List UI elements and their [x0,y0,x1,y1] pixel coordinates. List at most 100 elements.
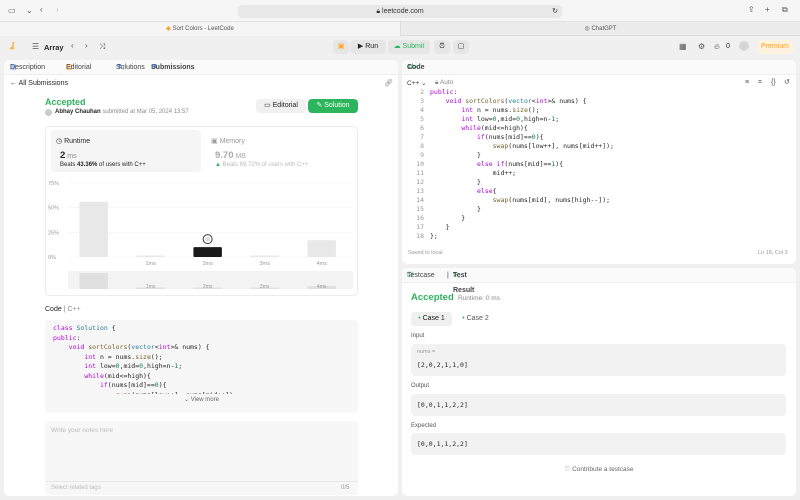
submission-code: class Solution {public: void sortColors(… [45,320,358,413]
reload-icon[interactable]: ↻ [552,5,558,18]
case-2-tab[interactable]: • Case 2 [455,312,496,326]
tab-label: Solutions [116,64,145,71]
editor-line: }; [430,232,438,240]
mode-value: Auto [439,79,454,86]
editor-line: while(mid<=high){ [461,124,528,132]
line-number: 17 [416,223,424,231]
note-icon: ▢ [457,43,465,50]
memory-unit: MB [235,153,246,160]
line-number: 6 [420,124,424,132]
bookmark-icon[interactable]: ⌗ [758,78,762,88]
editorial-label: Editorial [272,102,298,109]
left-tabbar: ▤ Description ▥ Editorial ⚗ Solutions ↺ … [4,60,398,75]
save-status: Saved to local [408,250,443,256]
submit-button[interactable]: ☁ Submit [388,40,430,54]
view-more-button[interactable]: ⌄ View more [45,396,358,403]
language-select[interactable]: C++ ⌄ [407,79,427,87]
author-avatar [45,109,52,116]
bug-icon: ▣ [337,43,345,50]
tab-label: Testcase [407,272,435,279]
shuffle-icon[interactable]: ⤨ [99,42,105,52]
line-number: 3 [420,97,424,105]
code-line: int low=0,mid=0,high=n-1; [84,362,183,370]
tab-leetcode[interactable]: ◆ Sort Colors - LeetCode [0,22,400,36]
editor-line: swap(nums[low++], nums[mid++]); [492,142,614,150]
editor-line: if(nums[mid]==0){ [476,133,544,141]
y-tick-label: 50% [48,206,59,212]
notes-button[interactable]: ▢ [453,40,469,54]
braces-icon[interactable]: {} [771,78,776,88]
contribute-testcase[interactable]: ♡ Contribute a testcase [402,465,796,473]
input-label: Input [411,333,425,339]
lock-icon: 🔒︎ [435,79,439,86]
editor-line: public: [430,88,458,96]
editorial-button[interactable]: ▭ Editorial [256,99,306,113]
address-bar[interactable]: 🔒︎ leetcode.com ↻ [238,5,562,18]
author-name[interactable]: Abhay Chauhan [55,109,101,115]
streak-count: 0 [726,43,730,50]
share-icon[interactable]: ⇪ [748,5,755,15]
memory-label: Memory [219,138,245,145]
avatar[interactable] [739,41,749,51]
settings-icon[interactable]: ⚙ [698,42,705,52]
x-tick-label: 2ms [202,261,213,267]
case-label: Case 1 [422,315,445,322]
y-tick-label: 75% [48,181,59,187]
chevron-down-icon[interactable]: ⌄ [26,6,33,16]
memory-box[interactable]: ▣ Memory 9.70 MB ▲ Beats 69.72% of users… [206,130,356,172]
leetcode-logo-icon[interactable]: ʆ [10,41,14,51]
runtime-beats: Beats 43.36% of users with C++ [60,162,146,168]
run-button[interactable]: ▶ Run [350,40,386,54]
problem-list-label[interactable]: Array [44,43,64,52]
line-number: 14 [416,196,424,204]
runtime-value-row: 2 ms [60,150,77,161]
editor-code[interactable]: 2 public: 3 void sortColors(vector<int>& n… [402,88,792,243]
editor-line: } [430,151,481,159]
premium-button[interactable]: Premium [757,40,793,54]
runtime-marker-dot [205,236,211,242]
forward-icon[interactable]: › [56,5,59,15]
editor-title-label: Code [407,64,425,71]
runtime-box[interactable]: ◷ Runtime 2 ms Beats 43.36% of users wit… [51,130,201,172]
chart-bar [79,201,108,257]
output-label: Output [411,383,430,389]
auto-mode[interactable]: 🔒︎ Auto [435,79,453,87]
layout-icon[interactable]: ▦ [679,42,687,52]
view-more-label: View more [190,397,219,403]
sidebar-toggle-icon[interactable]: ▭ [8,6,16,16]
timer-button[interactable]: ⏰︎ [434,40,450,54]
solution-button[interactable]: ✎ Solution [308,99,358,113]
beats-pct: 43.36% [77,162,98,168]
output-field: [0,0,1,1,2,2] [411,394,786,416]
debug-button[interactable]: ▣ [333,40,349,54]
cursor-position: Ln 18, Col 3 [758,250,788,256]
link-icon[interactable]: 🔗︎ [384,79,393,87]
tab-label: Editorial [66,64,92,71]
case-1-tab[interactable]: • Case 1 [411,312,452,326]
format-icon[interactable]: ≡ [745,78,749,88]
back-icon[interactable]: ‹ [40,5,43,15]
contribute-label: Contribute a testcase [572,466,634,473]
x-tick-label: 3ms [259,261,270,267]
dot-icon: • [418,315,421,322]
tags-input[interactable]: Select related tags [51,485,101,491]
tags-count: 0/5 [341,485,350,491]
submit-label: Submit [402,43,425,50]
submission-status: Accepted [45,97,86,107]
back-to-submissions[interactable]: ← All Submissions [10,80,68,87]
next-problem-icon[interactable]: › [85,41,88,51]
list-icon: ☰ [32,42,40,51]
new-tab-icon[interactable]: + [765,5,770,15]
editor-line: mid++; [430,169,517,177]
notes-area[interactable]: Write your notes here Select related tag… [45,421,358,495]
overview-tick-label: 3ms [260,284,270,290]
editor-line: else if(nums[mid]==1){ [476,160,564,168]
language-value: C++ [407,80,420,87]
line-number: 9 [420,151,424,159]
expected-label: Expected [411,423,437,429]
prev-problem-icon[interactable]: ‹ [71,41,74,51]
notes-placeholder: Write your notes here [51,427,114,434]
reset-icon[interactable]: ↺ [784,78,790,88]
tab-overview-icon[interactable]: ⧉ [782,5,788,15]
tab-chatgpt[interactable]: ◎ ChatGPT [400,22,800,36]
